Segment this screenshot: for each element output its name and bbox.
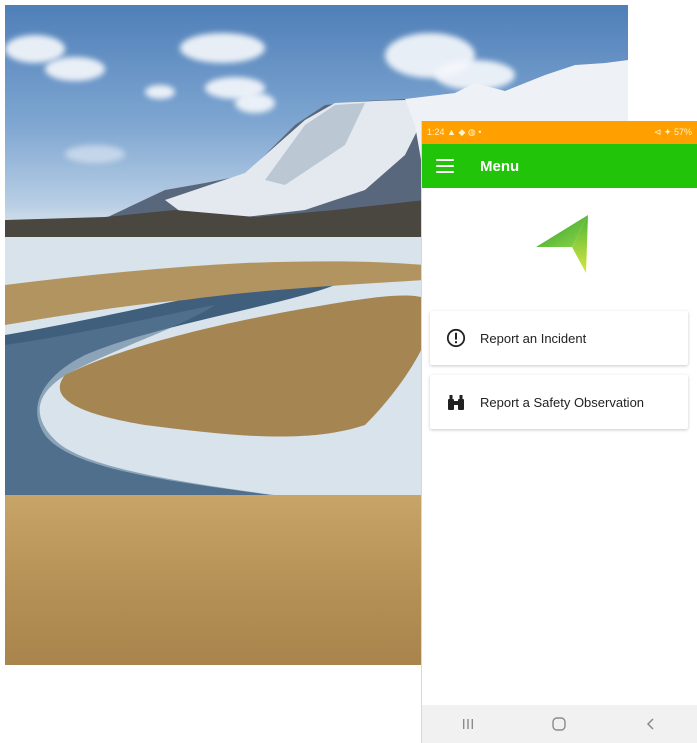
report-safety-observation-label: Report a Safety Observation — [480, 394, 645, 410]
status-bar: 1:24 ▲ ◆ ◍ • ⊲ ✦ 57% — [422, 121, 697, 144]
notification-icons: ▲ ◆ ◍ • — [447, 127, 482, 137]
back-icon[interactable] — [631, 709, 671, 739]
status-indicators: ⊲ ✦ 57% — [653, 127, 692, 137]
report-incident-button[interactable]: Report an Incident — [430, 311, 688, 365]
report-incident-label: Report an Incident — [480, 330, 587, 346]
android-nav-bar — [422, 705, 697, 743]
app-bar: Menu — [422, 144, 697, 188]
status-time: 1:24 ▲ ◆ ◍ • — [427, 127, 482, 137]
binoculars-icon — [445, 391, 467, 413]
exclamation-circle-icon — [445, 327, 467, 349]
app-title: Menu — [480, 157, 520, 175]
arrow-navigation-logo — [536, 215, 588, 273]
hamburger-icon[interactable] — [436, 159, 454, 173]
recent-apps-icon[interactable] — [448, 709, 488, 739]
phone-screen: 1:24 ▲ ◆ ◍ • ⊲ ✦ 57% Menu Report an Inci… — [422, 121, 697, 743]
home-icon[interactable] — [539, 709, 579, 739]
report-safety-observation-button[interactable]: Report a Safety Observation — [430, 375, 688, 429]
